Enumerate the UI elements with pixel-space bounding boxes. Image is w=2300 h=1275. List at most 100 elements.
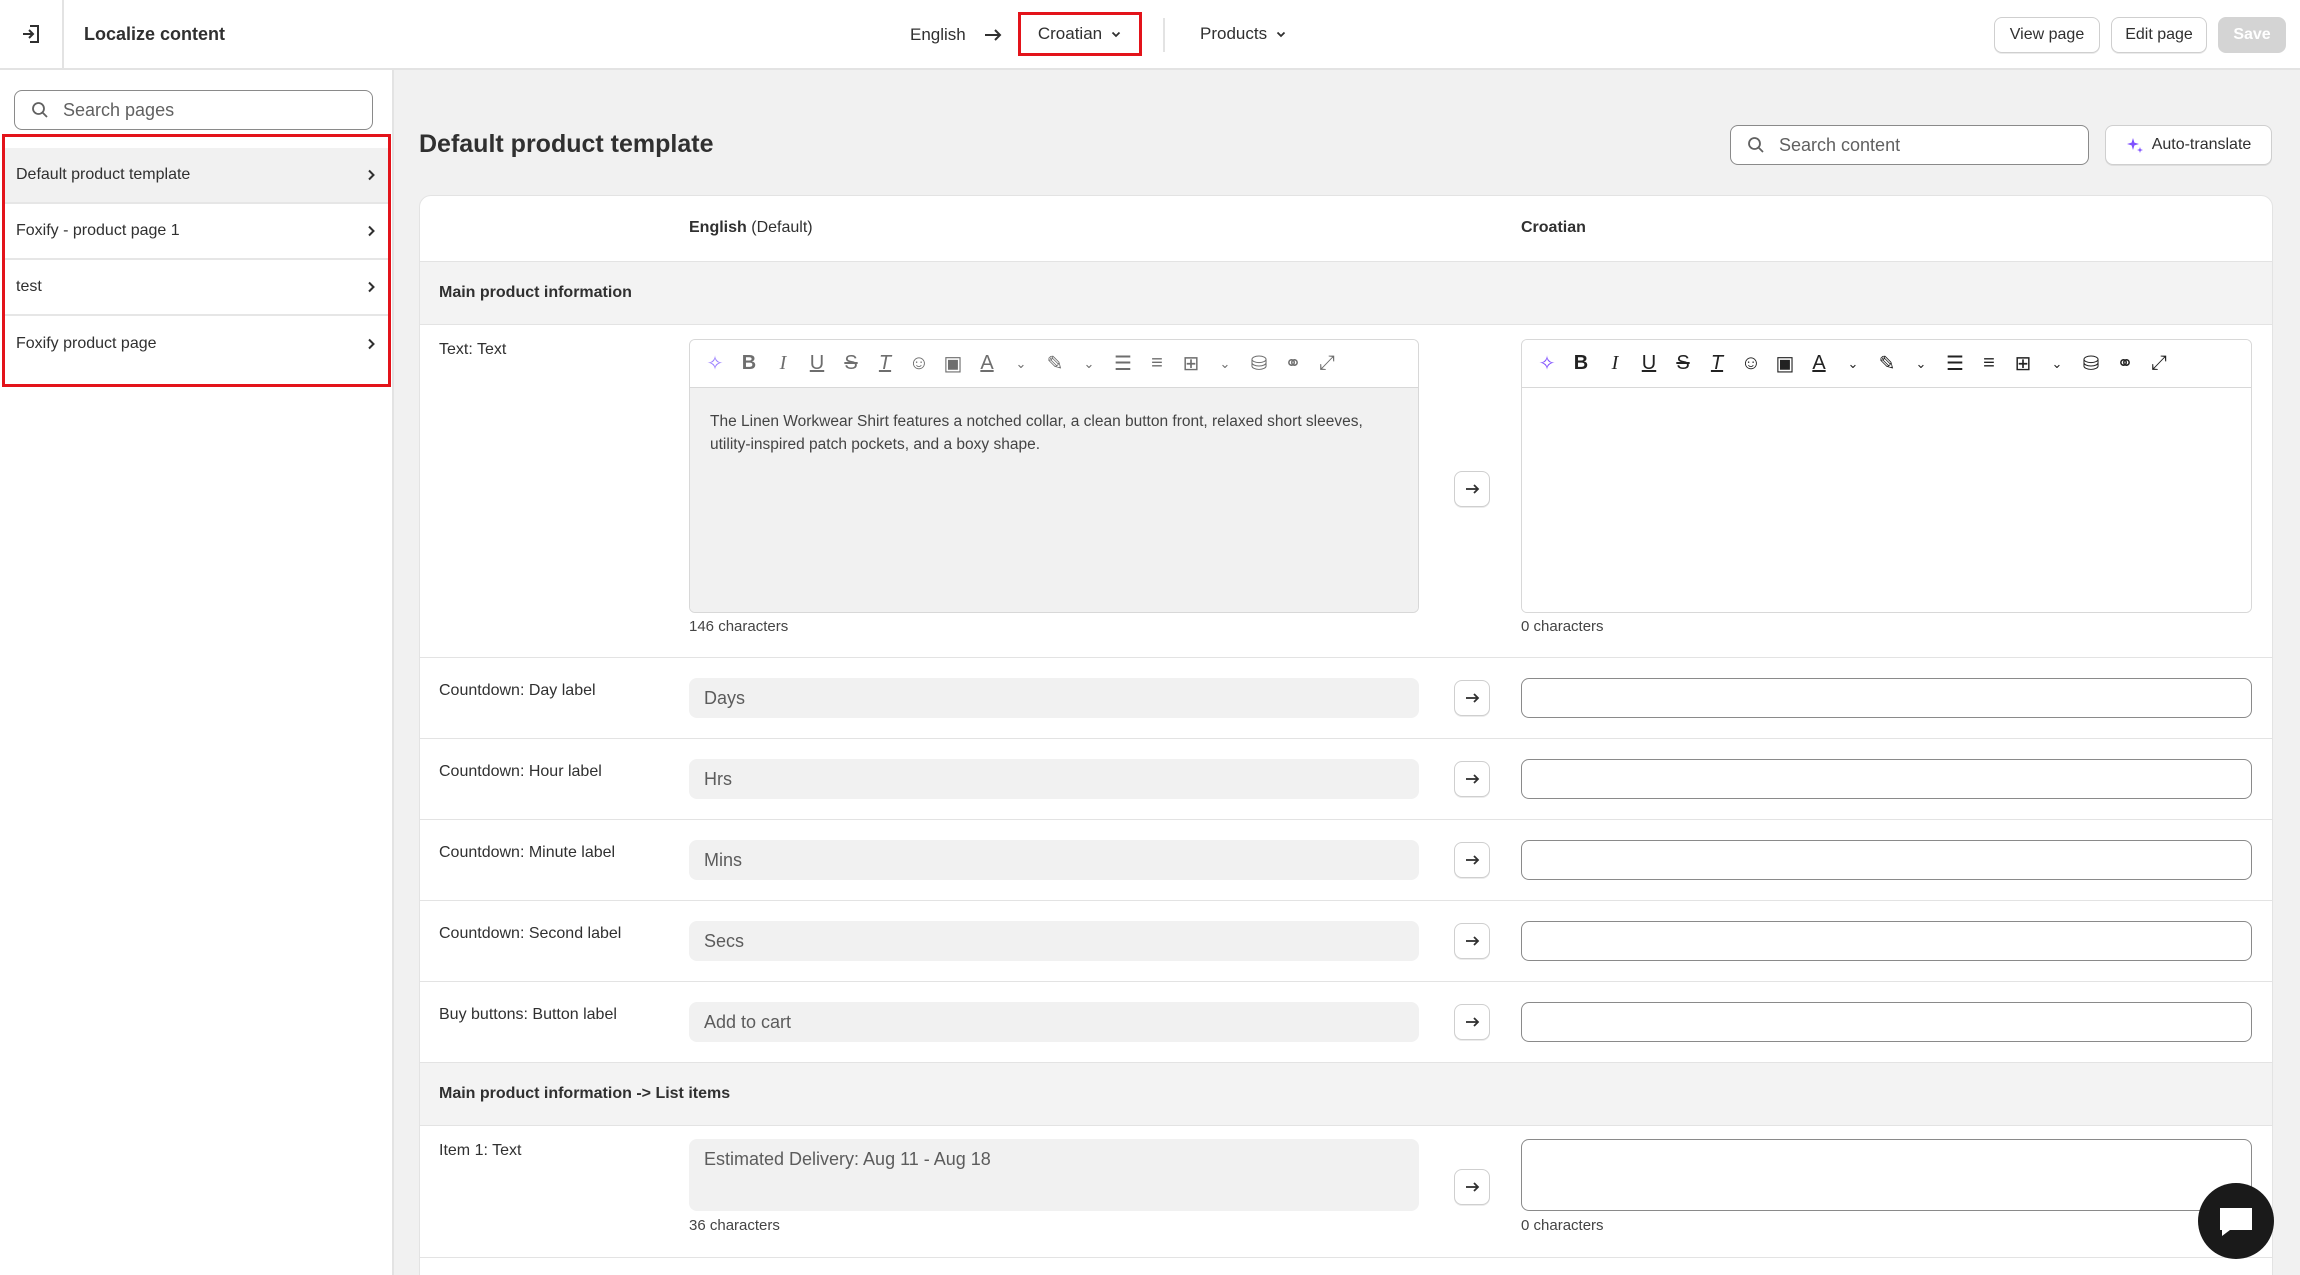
section-header: Main product information	[420, 261, 2272, 325]
source-field: Secs	[689, 921, 1419, 961]
page-list-item[interactable]: Foxify - product page 1	[5, 204, 388, 260]
text-color-icon[interactable]: A	[1808, 352, 1830, 375]
exit-button[interactable]	[0, 0, 64, 68]
app-title: Localize content	[84, 24, 226, 44]
highlight-icon[interactable]: ✎	[1876, 353, 1898, 375]
source-field: Hrs	[689, 759, 1419, 799]
bullet-list-icon[interactable]: ≡	[1978, 352, 2000, 375]
field-label: Countdown: Day label	[439, 682, 596, 699]
page-title: Default product template	[419, 130, 714, 158]
search-content-input[interactable]: Search content	[1730, 125, 2089, 165]
copy-source-button[interactable]	[1454, 761, 1490, 797]
source-language: English	[910, 25, 966, 44]
row-divider	[420, 981, 2272, 982]
field-label: Item 1: Text	[439, 1142, 522, 1159]
auto-translate-button[interactable]: Auto-translate	[2105, 125, 2272, 165]
link-icon: ⚭	[1284, 353, 1302, 375]
emoji-icon[interactable]: ☺	[1740, 352, 1762, 375]
italic-icon[interactable]: I	[1604, 352, 1626, 375]
edit-page-button[interactable]: Edit page	[2111, 17, 2207, 53]
save-button[interactable]: Save	[2218, 17, 2286, 53]
target-character-count: 0 characters	[1521, 1217, 1604, 1234]
target-text-area[interactable]	[1522, 388, 2251, 612]
sparkle-icon[interactable]: ✧	[1536, 353, 1558, 375]
copy-source-button[interactable]	[1454, 1169, 1490, 1205]
chevron-down-icon[interactable]: ⌄	[1842, 353, 1864, 375]
underline-icon: U	[809, 352, 825, 374]
target-field[interactable]	[1521, 678, 2252, 718]
target-language-select[interactable]: Croatian	[1018, 12, 1142, 56]
field-label: Buy buttons: Button label	[439, 1006, 617, 1023]
arrow-right-icon	[1466, 1182, 1480, 1192]
database-icon[interactable]: ⛁	[2080, 353, 2102, 375]
search-pages-input[interactable]: Search pages	[14, 90, 373, 130]
italic-icon: I	[779, 352, 787, 374]
chevron-right-icon	[368, 225, 375, 237]
page-list-item-label: Foxify product page	[16, 335, 157, 352]
sparkle-icon	[2126, 138, 2143, 153]
sidebar: Search pages Default product template Fo…	[0, 70, 394, 1275]
link-icon[interactable]: ⚭	[2114, 353, 2136, 375]
chat-button[interactable]	[2198, 1183, 2274, 1259]
bullet-list-icon: ≡	[1151, 352, 1163, 374]
target-rich-text-editor[interactable]: ✧ B I U S T ☺ ▣ A ⌄ ✎ ⌄ ☰ ≡ ⊞ ⌄ ⛁ ⚭ ⤢	[1521, 339, 2252, 613]
underline-icon[interactable]: U	[1638, 352, 1660, 375]
ordered-list-icon: ☰	[1114, 353, 1132, 375]
page-list-item-label: Foxify - product page 1	[16, 222, 180, 239]
chevron-down-icon[interactable]: ⌄	[2046, 353, 2068, 375]
sparkle-icon: ✧	[706, 353, 724, 375]
bold-icon[interactable]: B	[1570, 352, 1592, 375]
chevron-down-icon: ⌄	[1219, 355, 1231, 371]
copy-source-button[interactable]	[1454, 923, 1490, 959]
copy-source-button[interactable]	[1454, 471, 1490, 507]
field-label: Countdown: Minute label	[439, 844, 616, 861]
copy-source-button[interactable]	[1454, 842, 1490, 878]
fullscreen-icon[interactable]: ⤢	[2148, 352, 2170, 375]
source-character-count: 36 characters	[689, 1217, 780, 1234]
source-field: Mins	[689, 840, 1419, 880]
strikethrough-icon[interactable]: S	[1672, 352, 1694, 375]
table-icon[interactable]: ⊞	[2012, 353, 2034, 375]
emoji-icon: ☺	[908, 352, 930, 374]
source-character-count: 146 characters	[689, 618, 789, 635]
ordered-list-icon[interactable]: ☰	[1944, 353, 1966, 375]
source-field: Estimated Delivery: Aug 11 - Aug 18	[689, 1139, 1419, 1211]
text-color-icon: A	[980, 352, 994, 374]
copy-source-button[interactable]	[1454, 680, 1490, 716]
source-column-header: English (Default)	[689, 219, 813, 237]
table-icon: ⊞	[1182, 353, 1200, 375]
target-field[interactable]	[1521, 1139, 2252, 1211]
search-pages-placeholder: Search pages	[63, 99, 175, 120]
view-page-button[interactable]: View page	[1994, 17, 2100, 53]
page-list-item[interactable]: Foxify product page	[5, 316, 388, 372]
image-icon[interactable]: ▣	[1774, 353, 1796, 375]
page-list-item-label: Default product template	[16, 166, 191, 183]
target-column-header: Croatian	[1521, 219, 1586, 237]
arrow-right-icon	[1466, 1017, 1480, 1027]
row-divider	[420, 900, 2272, 901]
editor-toolbar: ✧ B I U S T ☺ ▣ A ⌄ ✎ ⌄ ☰ ≡ ⊞ ⌄ ⛁ ⚭ ⤢	[690, 340, 1418, 388]
chevron-down-icon	[1111, 31, 1121, 38]
source-column-suffix: (Default)	[751, 219, 813, 236]
chevron-down-icon: ⌄	[1015, 355, 1027, 371]
source-column-name: English	[689, 219, 747, 236]
clear-format-icon[interactable]: T	[1706, 352, 1728, 375]
resource-type-select[interactable]: Products	[1200, 16, 1287, 52]
arrow-right-icon	[1466, 484, 1480, 494]
chevron-down-icon: ⌄	[1083, 355, 1095, 371]
copy-source-button[interactable]	[1454, 1004, 1490, 1040]
image-icon: ▣	[943, 353, 963, 375]
clear-format-icon: T	[878, 352, 892, 374]
target-field[interactable]	[1521, 1002, 2252, 1042]
page-list-item[interactable]: Default product template	[5, 148, 388, 204]
page-list-item[interactable]: test	[5, 260, 388, 316]
target-field[interactable]	[1521, 840, 2252, 880]
target-character-count: 0 characters	[1521, 618, 1604, 635]
target-field[interactable]	[1521, 759, 2252, 799]
resource-type-label: Products	[1200, 24, 1268, 43]
target-field[interactable]	[1521, 921, 2252, 961]
chevron-down-icon	[1276, 31, 1286, 38]
divider	[1163, 18, 1165, 52]
chevron-down-icon[interactable]: ⌄	[1910, 353, 1932, 375]
field-label: Countdown: Hour label	[439, 763, 602, 780]
